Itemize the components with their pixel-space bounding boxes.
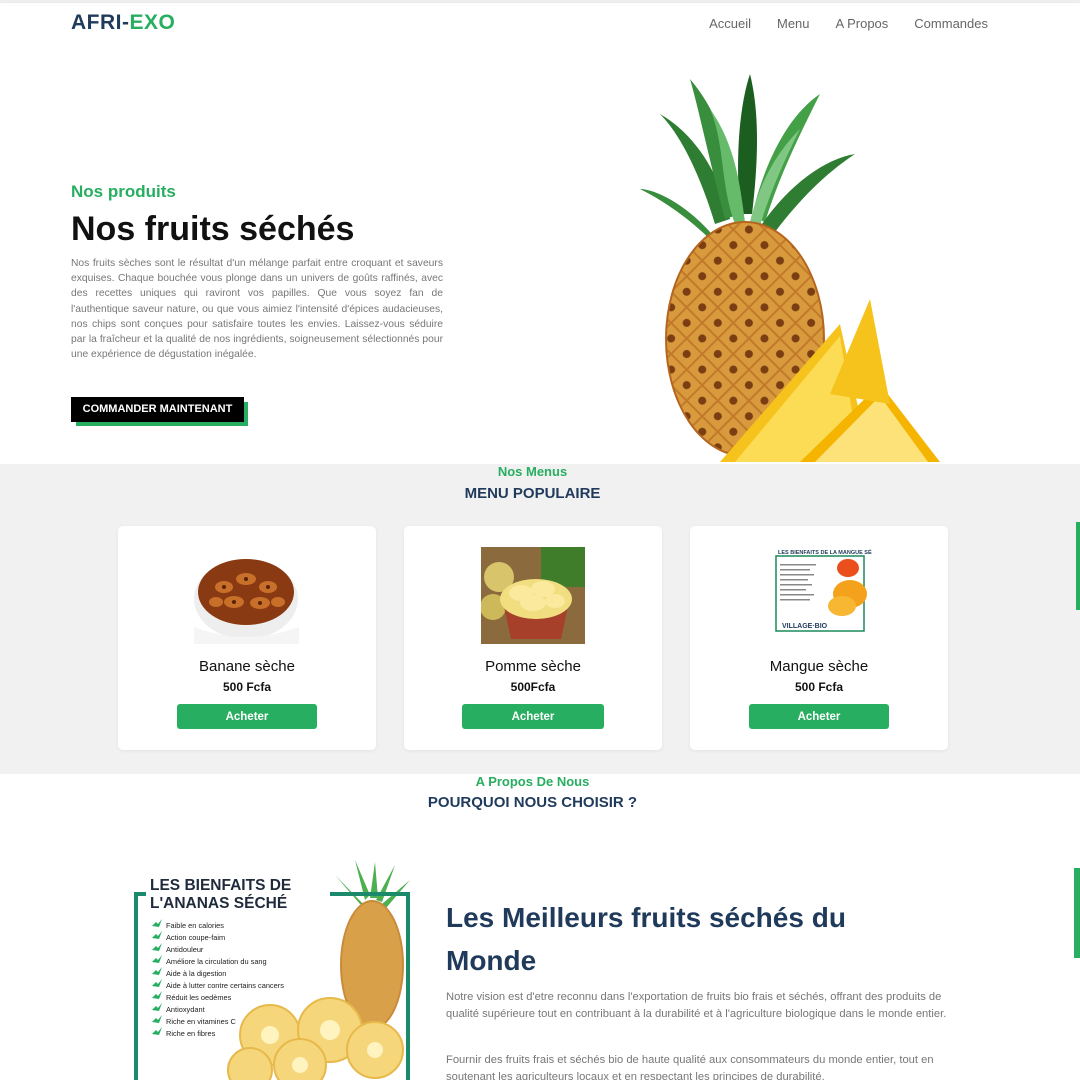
navbar: AFRI-EXO Accueil Menu A Propos Commandes xyxy=(0,3,1080,46)
logo-part-exo: EXO xyxy=(129,11,176,34)
dried-apple-image xyxy=(481,547,585,644)
benefit-item: Faible en calories xyxy=(166,921,224,930)
buy-button-pomme[interactable]: Acheter xyxy=(462,704,604,729)
benefit-item: Améliore la circulation du sang xyxy=(166,957,267,966)
order-now-button[interactable]: COMMANDER MAINTENANT xyxy=(71,397,244,422)
about-headline: Les Meilleurs fruits séchés du Monde xyxy=(446,902,846,976)
product-price: 500Fcfa xyxy=(510,680,556,694)
about-vision-paragraph: Notre vision est d'etre reconnu dans l'e… xyxy=(446,991,947,1020)
benefit-item: Antioxydant xyxy=(166,1005,205,1014)
dried-banana-image xyxy=(194,547,299,644)
nav-link-commandes[interactable]: Commandes xyxy=(914,16,988,31)
product-name: Mangue sèche xyxy=(769,658,869,675)
benefit-item: Action coupe-faim xyxy=(166,933,225,942)
menu-title: MENU POPULAIRE xyxy=(464,485,601,502)
about-title: POURQUOI NOUS CHOISIR ? xyxy=(427,794,638,811)
product-card-pomme: Pomme sèche 500Fcfa Acheter xyxy=(404,526,662,750)
poster-title-line1: LES BIENFAITS DE xyxy=(150,877,291,894)
nav-link-menu[interactable]: Menu xyxy=(777,16,810,31)
nav-link-a-propos[interactable]: A Propos xyxy=(836,16,889,31)
about-section: A Propos De Nous POURQUOI NOUS CHOISIR ?… xyxy=(0,774,1080,1080)
buy-button-banane[interactable]: Acheter xyxy=(177,704,317,729)
mango-benefits-poster-image: LES BIENFAITS DE LA MANGUE SÉCHÉE VILLAG… xyxy=(772,546,872,644)
nav-link-accueil[interactable]: Accueil xyxy=(709,16,751,31)
pineapple-image xyxy=(640,74,940,462)
nav-links: Accueil Menu A Propos Commandes xyxy=(709,16,988,31)
hero-description: Nos fruits sèches sont le résultat d'un … xyxy=(71,258,443,361)
hero-kicker: Nos produits xyxy=(71,182,176,201)
order-button-wrapper: COMMANDER MAINTENANT xyxy=(71,397,249,427)
menu-section: Nos Menus MENU POPULAIRE Banane sèche 50… xyxy=(0,464,1080,774)
hero-title: Nos fruits séchés xyxy=(71,210,355,248)
benefit-item: Aide à la digestion xyxy=(166,969,226,978)
scroll-edge-indicator xyxy=(1076,522,1080,610)
menu-kicker: Nos Menus xyxy=(497,464,568,479)
benefit-item: Riche en vitamines C xyxy=(166,1017,236,1026)
about-mission-paragraph: Fournir des fruits frais et séchés bio d… xyxy=(446,1054,934,1080)
benefit-item: Réduit les oedèmes xyxy=(166,993,232,1002)
scroll-edge-indicator-2 xyxy=(1074,868,1080,958)
logo[interactable]: AFRI-EXO xyxy=(71,11,175,35)
product-name: Banane sèche xyxy=(199,658,295,675)
product-price: 500 Fcfa xyxy=(222,680,272,694)
about-kicker: A Propos De Nous xyxy=(475,774,590,789)
hero-section: Nos produits Nos fruits séchés Nos fruit… xyxy=(0,46,1080,464)
product-price: 500 Fcfa xyxy=(794,680,844,694)
logo-part-afri: AFRI- xyxy=(71,11,130,34)
product-card-banane: Banane sèche 500 Fcfa Acheter xyxy=(118,526,376,750)
mango-poster-title: LES BIENFAITS DE LA MANGUE SÉCHÉE xyxy=(778,548,872,556)
mango-poster-brand: VILLAGE·BIO xyxy=(782,623,828,630)
benefit-item: Aide à lutter contre certains cancers xyxy=(166,981,284,990)
pineapple-benefits-poster-image: LES BIENFAITS DE L'ANANAS SÉCHÉ Faible e… xyxy=(130,860,420,1080)
product-card-mangue: LES BIENFAITS DE LA MANGUE SÉCHÉE VILLAG… xyxy=(690,526,948,750)
poster-title-line2: L'ANANAS SÉCHÉ xyxy=(150,895,287,912)
benefit-item: Antidouleur xyxy=(166,945,204,954)
product-name: Pomme sèche xyxy=(485,658,581,675)
buy-button-mangue[interactable]: Acheter xyxy=(749,704,889,729)
benefit-item: Riche en fibres xyxy=(166,1029,216,1038)
